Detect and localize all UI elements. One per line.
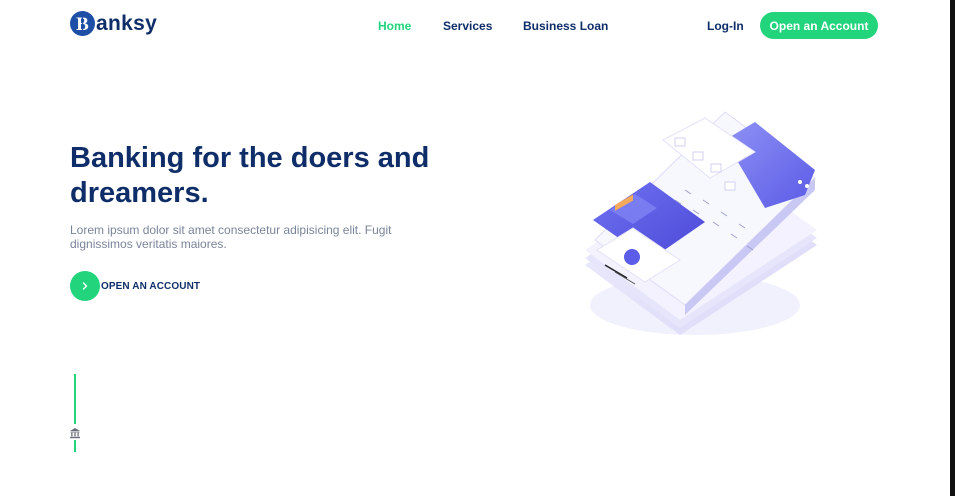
hero-title-line-2: dreamers.	[70, 177, 209, 209]
login-link[interactable]: Log-In	[707, 19, 744, 33]
chevron-right-icon	[70, 271, 100, 301]
cta-label: OPEN AN ACCOUNT	[101, 280, 201, 292]
nav-item-home[interactable]: Home	[378, 19, 411, 33]
nav-item-services[interactable]: Services	[443, 19, 492, 33]
hero-title-line-1: Banking for the doers and	[70, 142, 430, 174]
nav-item-business-loan[interactable]: Business Loan	[523, 19, 608, 33]
open-account-cta[interactable]: OPEN AN ACCOUNT	[70, 271, 200, 301]
open-account-button[interactable]: Open an Account	[760, 12, 878, 39]
hero-title: Banking for the doers and dreamers.	[70, 141, 490, 211]
scroll-line-bottom	[74, 440, 76, 452]
scroll-line-top	[74, 374, 76, 424]
phone-illustration	[575, 100, 825, 345]
right-edge-bar	[950, 0, 955, 496]
hero-description: Lorem ipsum dolor sit amet consectetur a…	[70, 223, 392, 251]
